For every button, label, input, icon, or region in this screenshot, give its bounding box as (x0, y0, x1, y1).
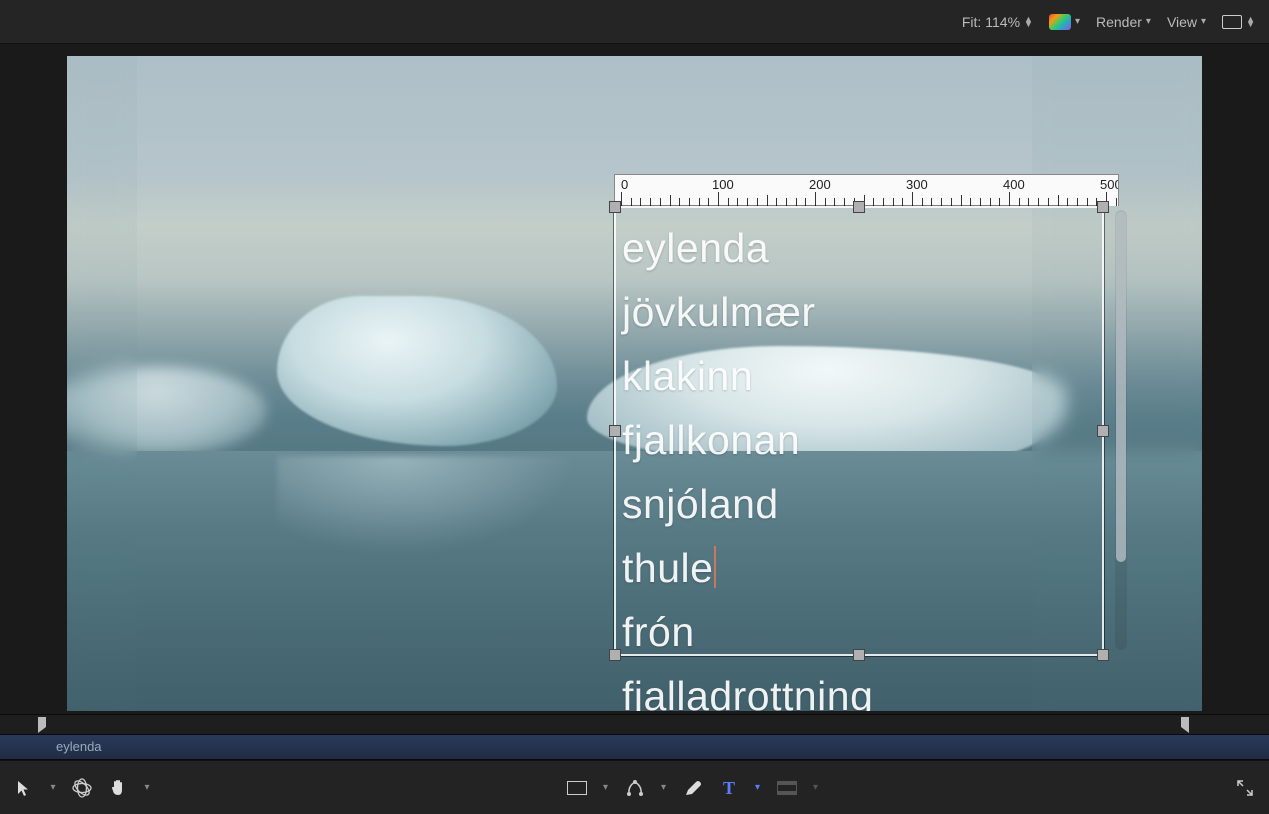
resize-handle-b[interactable] (853, 649, 865, 661)
select-tool-menu[interactable]: ▾ (46, 774, 60, 802)
bg-iceberg (277, 296, 557, 446)
viewer-area: 0100200300400500 eylendajövkulmærklakinn… (0, 44, 1269, 714)
clip-name: eylenda (56, 739, 102, 754)
chevron-down-icon: ▾ (1201, 16, 1206, 27)
pen-tool-menu[interactable]: ▾ (657, 774, 671, 802)
chevron-down-icon: ▾ (1075, 16, 1080, 27)
pan-tool-menu[interactable]: ▾ (140, 774, 154, 802)
resize-handle-t[interactable] (853, 201, 865, 213)
rectangle-icon (567, 781, 587, 795)
pan-tool[interactable] (104, 774, 132, 802)
tools-toolbar: ▾ ▾ ▾ ▾ T ▾ ▾ (0, 760, 1269, 814)
rectangle-tool-menu[interactable]: ▾ (599, 774, 613, 802)
3d-transform-tool[interactable] (68, 774, 96, 802)
fullscreen-toggle[interactable] (1231, 774, 1259, 802)
view-label: View (1167, 14, 1197, 30)
ruler-label: 400 (1003, 177, 1025, 192)
mask-tool[interactable] (773, 774, 801, 802)
text-box-scrollbar[interactable] (1115, 210, 1127, 650)
text-tool[interactable]: T (715, 774, 743, 802)
bg-reflection (277, 456, 577, 556)
ruler-label: 500 (1100, 177, 1119, 192)
color-channel-menu[interactable]: ▾ (1049, 14, 1080, 30)
text-line[interactable]: fjalladrottning (622, 664, 1102, 711)
resize-handle-br[interactable] (1097, 649, 1109, 661)
ruler-label: 100 (712, 177, 734, 192)
mask-tool-menu[interactable]: ▾ (809, 774, 823, 802)
text-bounding-box[interactable] (614, 206, 1104, 656)
ruler-label: 300 (906, 177, 928, 192)
rectangle-tool[interactable] (563, 774, 591, 802)
resize-handle-tl[interactable] (609, 201, 621, 213)
fit-value: 114% (985, 14, 1020, 30)
mini-timeline[interactable] (0, 714, 1269, 734)
render-menu[interactable]: Render ▾ (1096, 14, 1151, 30)
render-label: Render (1096, 14, 1142, 30)
color-swatch-icon (1049, 14, 1071, 30)
viewport-layout-menu[interactable]: ▲▼ (1222, 15, 1255, 29)
ruler-label: 200 (809, 177, 831, 192)
fit-label: Fit: (962, 14, 981, 30)
resize-handle-r[interactable] (1097, 425, 1109, 437)
resize-handle-l[interactable] (609, 425, 621, 437)
bg-blur (67, 56, 137, 711)
out-point-marker[interactable] (1179, 717, 1189, 733)
scrollbar-thumb[interactable] (1116, 212, 1126, 562)
viewport-icon (1222, 15, 1242, 29)
pen-tool[interactable] (621, 774, 649, 802)
stepper-icon: ▲▼ (1246, 17, 1255, 27)
in-point-marker[interactable] (38, 717, 48, 733)
view-menu[interactable]: View ▾ (1167, 14, 1206, 30)
paint-stroke-tool[interactable] (679, 774, 707, 802)
fit-zoom-control[interactable]: Fit: 114% ▲▼ (962, 14, 1033, 30)
resize-handle-tr[interactable] (1097, 201, 1109, 213)
clip-bar[interactable]: eylenda (0, 734, 1269, 760)
svg-text:T: T (722, 778, 734, 798)
select-tool[interactable] (10, 774, 38, 802)
viewer-toolbar: Fit: 114% ▲▼ ▾ Render ▾ View ▾ ▲▼ (0, 0, 1269, 44)
text-ruler[interactable]: 0 100 200 300 400 500 (614, 174, 1119, 206)
ruler-label: 0 (621, 177, 628, 192)
canvas[interactable]: 0100200300400500 eylendajövkulmærklakinn… (67, 56, 1202, 711)
mask-icon (777, 781, 797, 795)
chevron-down-icon: ▾ (1146, 16, 1151, 27)
text-tool-menu[interactable]: ▾ (751, 774, 765, 802)
resize-handle-bl[interactable] (609, 649, 621, 661)
stepper-icon: ▲▼ (1024, 17, 1033, 27)
